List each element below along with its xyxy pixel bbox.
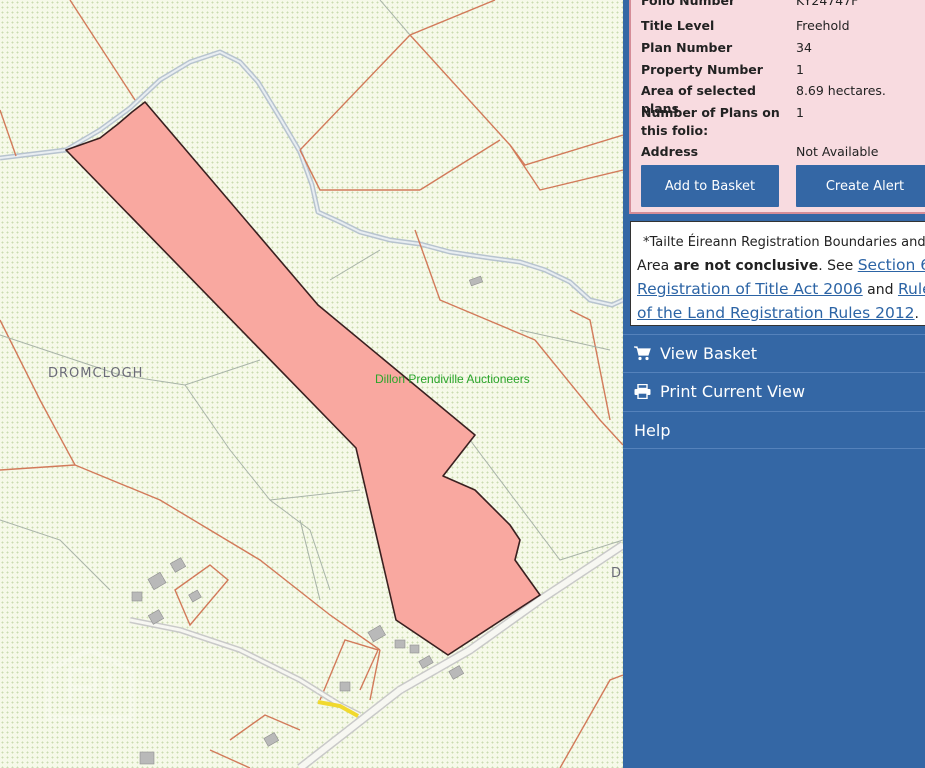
shopping-cart-icon	[634, 346, 652, 361]
info-label: Number of Plans on this folio:	[641, 105, 780, 138]
info-label: Plan Number	[641, 40, 733, 55]
info-value: 1	[796, 62, 804, 77]
townland-label: DROMCLOGH	[48, 366, 144, 381]
info-value: KY24747F	[796, 0, 859, 8]
notice-line: *Tailte Éireann Registration Boundaries …	[643, 235, 925, 250]
watermark-logo	[45, 647, 135, 721]
info-value: 8.69 hectares.	[796, 83, 886, 98]
info-label: Folio Number	[641, 0, 736, 8]
menu-label: Help	[634, 420, 671, 440]
map-view[interactable]: DROMCLOGH Dillon Prendiville Auctioneers…	[0, 0, 623, 768]
info-label: Title Level	[641, 18, 715, 33]
notice-bold-text: are not conclusive	[673, 258, 819, 274]
notice-text: .	[914, 306, 919, 322]
info-value: 1	[796, 105, 804, 120]
rule-8-link-cont[interactable]: of the Land Registration Rules 2012	[637, 304, 915, 322]
notice-line: of the Land Registration Rules 2012.	[637, 302, 925, 325]
menu-view-basket[interactable]: View Basket	[623, 334, 925, 372]
side-panel: Folio Number KY24747F Title Level Freeho…	[623, 0, 925, 768]
notice-text: and	[862, 282, 898, 298]
disclaimer-notice: *Tailte Éireann Registration Boundaries …	[630, 221, 925, 326]
menu-help[interactable]: Help	[623, 411, 925, 449]
folio-info-box: Folio Number KY24747F Title Level Freeho…	[629, 0, 925, 214]
section-62-link[interactable]: Section 62(2	[858, 256, 925, 274]
info-label: Property Number	[641, 62, 763, 77]
notice-line: Registration of Title Act 2006 and Rule …	[637, 278, 925, 302]
auctioneer-label: Dillon Prendiville Auctioneers	[375, 372, 530, 386]
info-value: 34	[796, 40, 812, 55]
menu-print-current-view[interactable]: Print Current View	[623, 372, 925, 410]
create-alert-button[interactable]: Create Alert	[796, 165, 925, 207]
menu-label: View Basket	[660, 344, 757, 363]
notice-text: . See	[818, 258, 858, 274]
add-to-basket-button[interactable]: Add to Basket	[641, 165, 779, 207]
rule-8-link[interactable]: Rule 8	[898, 280, 925, 298]
edge-townland-label: D	[611, 566, 622, 581]
info-label: Address	[641, 144, 699, 159]
printer-icon	[634, 384, 652, 399]
section-62-link-cont[interactable]: Registration of Title Act 2006	[637, 280, 863, 298]
notice-line: Area are not conclusive. See Section 62(…	[637, 254, 925, 278]
notice-text: Area	[637, 258, 674, 274]
info-value: Freehold	[796, 18, 850, 33]
menu-label: Print Current View	[660, 382, 806, 401]
info-value: Not Available	[796, 144, 879, 159]
